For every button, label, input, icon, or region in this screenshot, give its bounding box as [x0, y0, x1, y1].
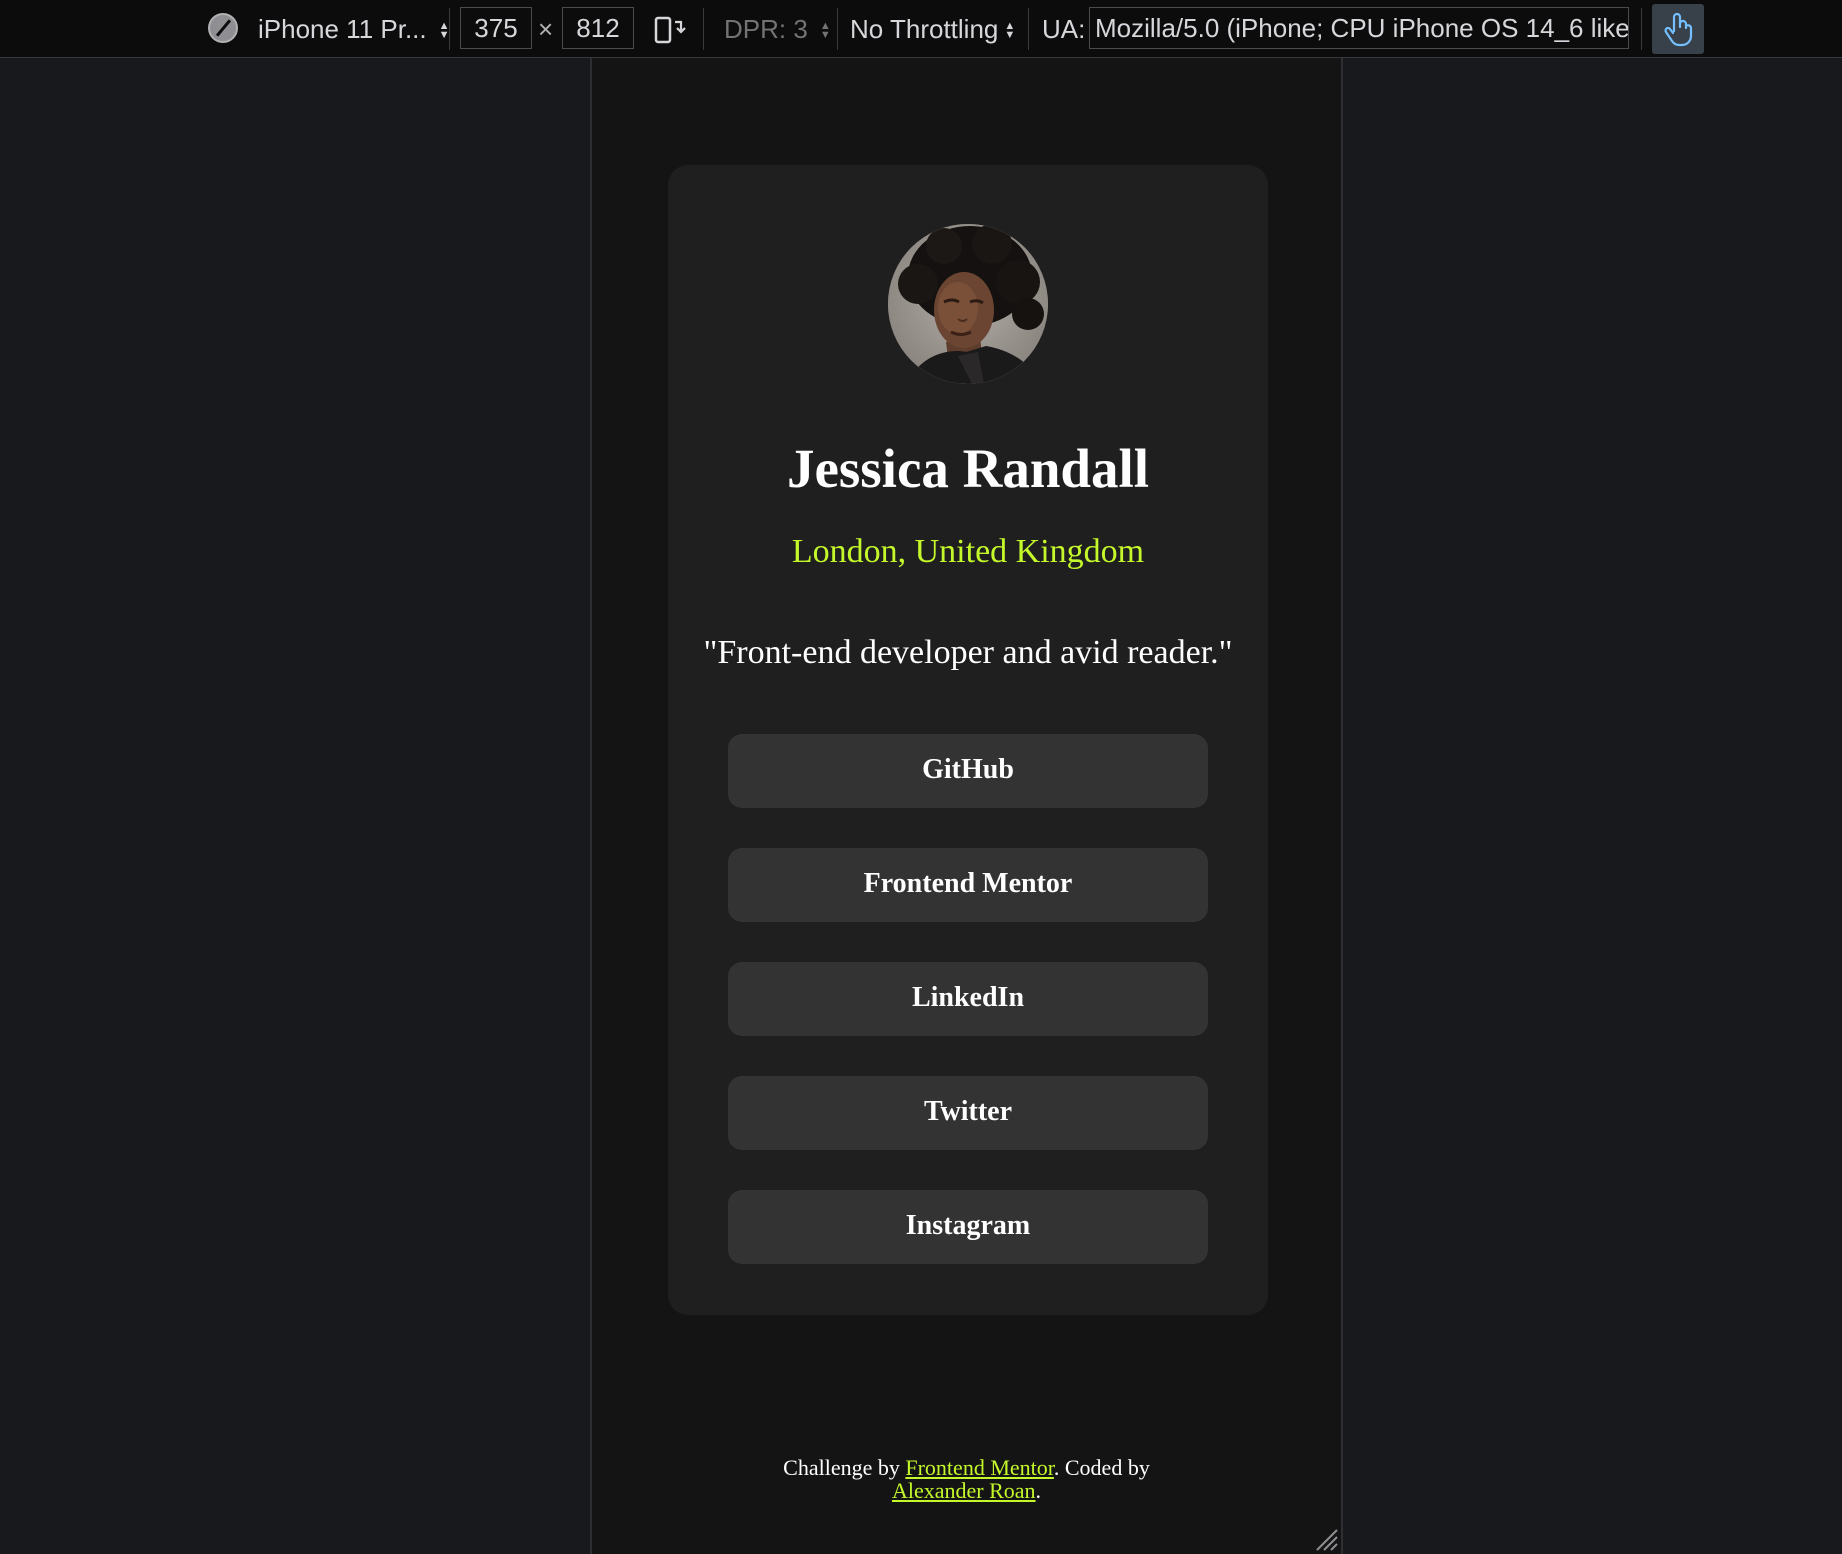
social-links: GitHub Frontend Mentor LinkedIn Twitter …: [728, 734, 1208, 1304]
updown-icon: ▲ ▼: [819, 20, 831, 42]
dpr-select[interactable]: DPR: 3 ▲ ▼: [724, 11, 831, 47]
device-select[interactable]: iPhone 11 Pr... ▲ ▼: [258, 11, 450, 47]
rotate-device-icon[interactable]: [654, 12, 688, 46]
compass-icon: [208, 13, 238, 43]
resize-handle-icon[interactable]: [1313, 1526, 1339, 1552]
touch-simulation-icon: [1664, 12, 1693, 47]
viewport-width-input[interactable]: [460, 7, 532, 49]
github-link-button[interactable]: GitHub: [728, 734, 1208, 808]
attribution-footer: Challenge by Frontend Mentor. Coded by A…: [592, 1456, 1341, 1502]
updown-icon: ▲ ▼: [438, 20, 450, 42]
twitter-link-button[interactable]: Twitter: [728, 1076, 1208, 1150]
toolbar-divider: [1028, 8, 1029, 50]
profile-location: London, United Kingdom: [791, 533, 1145, 570]
responsive-design-toolbar: iPhone 11 Pr... ▲▼ × DPR: 3 ▲▼ No Throttli…: [0, 0, 1842, 58]
profile-card: Jessica Randall London, United Kingdom "…: [668, 165, 1268, 1315]
device-viewport: Jessica Randall London, United Kingdom "…: [590, 58, 1343, 1554]
profile-name: Jessica Randall: [786, 438, 1150, 499]
author-link[interactable]: Alexander Roan: [892, 1478, 1036, 1503]
toolbar-divider: [1641, 8, 1642, 50]
toolbar-divider: [703, 8, 704, 50]
dimension-separator: ×: [538, 14, 554, 44]
toolbar-divider: [449, 8, 450, 50]
viewport-height-input[interactable]: [562, 7, 634, 49]
attribution-middle: . Coded by: [1053, 1455, 1150, 1480]
instagram-link-button[interactable]: Instagram: [728, 1190, 1208, 1264]
avatar-photo: [888, 224, 1048, 384]
throttling-label: No Throttling: [850, 14, 999, 44]
avatar: [888, 224, 1048, 384]
throttling-select[interactable]: No Throttling ▲ ▼: [850, 11, 1016, 47]
profile-bio: "Front-end developer and avid reader.": [703, 634, 1233, 671]
frontend-mentor-link-button[interactable]: Frontend Mentor: [728, 848, 1208, 922]
toolbar-divider: [837, 8, 838, 50]
device-name: iPhone 11 Pr...: [258, 14, 427, 44]
attribution-prefix: Challenge by: [783, 1455, 906, 1480]
updown-icon: ▲ ▼: [1004, 20, 1016, 42]
linkedin-link-button[interactable]: LinkedIn: [728, 962, 1208, 1036]
attribution-suffix: .: [1035, 1478, 1042, 1503]
dpr-label: DPR: 3: [724, 14, 808, 44]
touch-simulation-button[interactable]: [1652, 4, 1704, 54]
frontend-mentor-attribution-link[interactable]: Frontend Mentor: [905, 1455, 1054, 1480]
user-agent-label: UA:: [1042, 14, 1086, 44]
user-agent-input[interactable]: Mozilla/5.0 (iPhone; CPU iPhone OS 14_6 …: [1089, 7, 1629, 49]
